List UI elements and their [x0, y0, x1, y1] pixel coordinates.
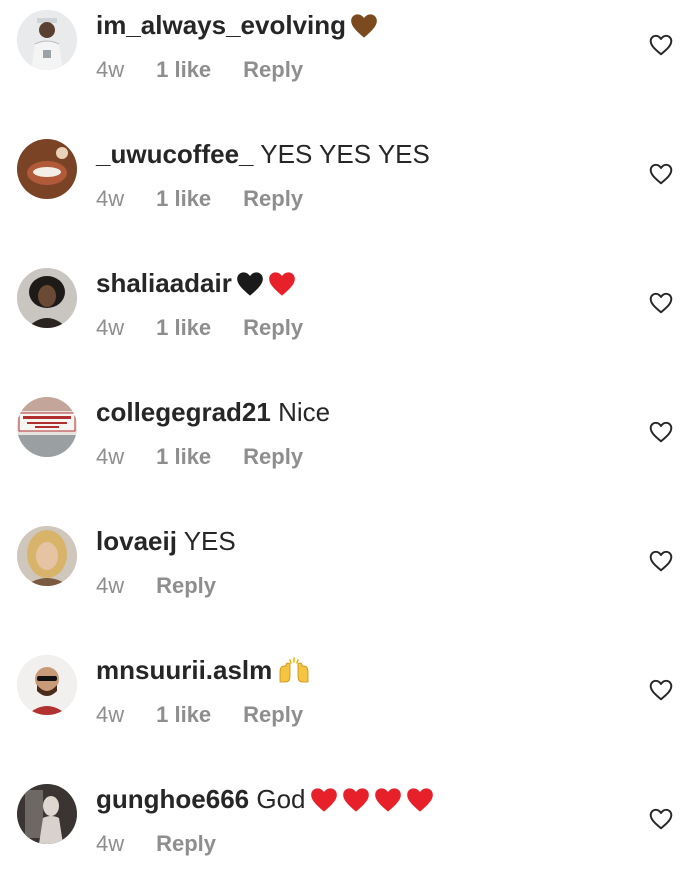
comment-meta: 4w 1 like Reply	[96, 183, 335, 215]
red-heart-icon	[310, 787, 338, 813]
comment-timestamp: 4w	[96, 315, 125, 340]
comment-username[interactable]: _uwucoffee_	[96, 139, 254, 169]
comment-timestamp: 4w	[96, 702, 125, 727]
avatar[interactable]	[17, 10, 77, 70]
red-heart-icon	[342, 787, 370, 813]
like-heart-icon[interactable]	[648, 677, 674, 703]
like-heart-icon[interactable]	[648, 419, 674, 445]
red-heart-icon	[406, 787, 434, 813]
avatar[interactable]	[17, 784, 77, 844]
avatar[interactable]	[17, 268, 77, 328]
comment-timestamp: 4w	[96, 831, 125, 856]
comment-timestamp: 4w	[96, 573, 125, 598]
comment-body: collegegrad21 Nice	[96, 395, 330, 429]
comment-meta: 4w 1 like Reply	[96, 54, 335, 86]
reply-button[interactable]: Reply	[156, 570, 216, 602]
comment-item: mnsuurii.aslm 4w 1 like Reply	[0, 649, 697, 759]
comment-username[interactable]: shaliaadair	[96, 268, 232, 298]
comment-item: shaliaadair 4w 1 like Reply	[0, 262, 697, 372]
black-heart-icon	[236, 271, 264, 297]
red-heart-icon	[374, 787, 402, 813]
raising-hands-icon	[276, 654, 312, 684]
comment-item: lovaeij YES 4w Reply	[0, 520, 697, 630]
comment-username[interactable]: lovaeij	[96, 526, 177, 556]
comment-body: _uwucoffee_ YES YES YES	[96, 137, 430, 171]
comment-body: im_always_evolving	[96, 8, 378, 42]
reply-button[interactable]: Reply	[243, 699, 303, 731]
avatar[interactable]	[17, 397, 77, 457]
like-count[interactable]: 1 like	[156, 183, 211, 215]
comment-body: shaliaadair	[96, 266, 296, 300]
like-count[interactable]: 1 like	[156, 312, 211, 344]
comment-username[interactable]: mnsuurii.aslm	[96, 655, 272, 685]
comment-text: God	[256, 784, 306, 814]
comment-username[interactable]: im_always_evolving	[96, 10, 346, 40]
comment-text: YES	[183, 526, 236, 556]
comment-item: collegegrad21 Nice 4w 1 like Reply	[0, 391, 697, 501]
like-count[interactable]: 1 like	[156, 441, 211, 473]
comment-list: im_always_evolving 4w 1 like Reply _uwucof…	[0, 0, 697, 870]
reply-button[interactable]: Reply	[243, 183, 303, 215]
avatar[interactable]	[17, 526, 77, 586]
comment-username[interactable]: collegegrad21	[96, 397, 271, 427]
comment-timestamp: 4w	[96, 444, 125, 469]
like-heart-icon[interactable]	[648, 806, 674, 832]
comment-meta: 4w 1 like Reply	[96, 699, 335, 731]
brown-heart-icon	[350, 13, 378, 39]
comment-meta: 4w Reply	[96, 570, 248, 602]
reply-button[interactable]: Reply	[243, 441, 303, 473]
like-heart-icon[interactable]	[648, 32, 674, 58]
red-heart-icon	[268, 271, 296, 297]
reply-button[interactable]: Reply	[156, 828, 216, 860]
like-heart-icon[interactable]	[648, 290, 674, 316]
comment-body: gunghoe666 God	[96, 782, 434, 816]
like-heart-icon[interactable]	[648, 161, 674, 187]
comment-text: Nice	[278, 397, 331, 427]
comment-meta: 4w 1 like Reply	[96, 441, 335, 473]
comment-item: gunghoe666 God 4w Reply	[0, 778, 697, 888]
comment-meta: 4w Reply	[96, 828, 248, 860]
comment-body: mnsuurii.aslm	[96, 653, 312, 687]
comment-timestamp: 4w	[96, 186, 125, 211]
comment-meta: 4w 1 like Reply	[96, 312, 335, 344]
like-heart-icon[interactable]	[648, 548, 674, 574]
comment-item: im_always_evolving 4w 1 like Reply	[0, 4, 697, 114]
reply-button[interactable]: Reply	[243, 312, 303, 344]
comment-body: lovaeij YES	[96, 524, 236, 558]
comment-timestamp: 4w	[96, 57, 125, 82]
avatar[interactable]	[17, 139, 77, 199]
reply-button[interactable]: Reply	[243, 54, 303, 86]
like-count[interactable]: 1 like	[156, 54, 211, 86]
comment-item: _uwucoffee_ YES YES YES 4w 1 like Reply	[0, 133, 697, 243]
comment-text: YES YES YES	[260, 139, 430, 169]
avatar[interactable]	[17, 655, 77, 715]
like-count[interactable]: 1 like	[156, 699, 211, 731]
comment-username[interactable]: gunghoe666	[96, 784, 249, 814]
